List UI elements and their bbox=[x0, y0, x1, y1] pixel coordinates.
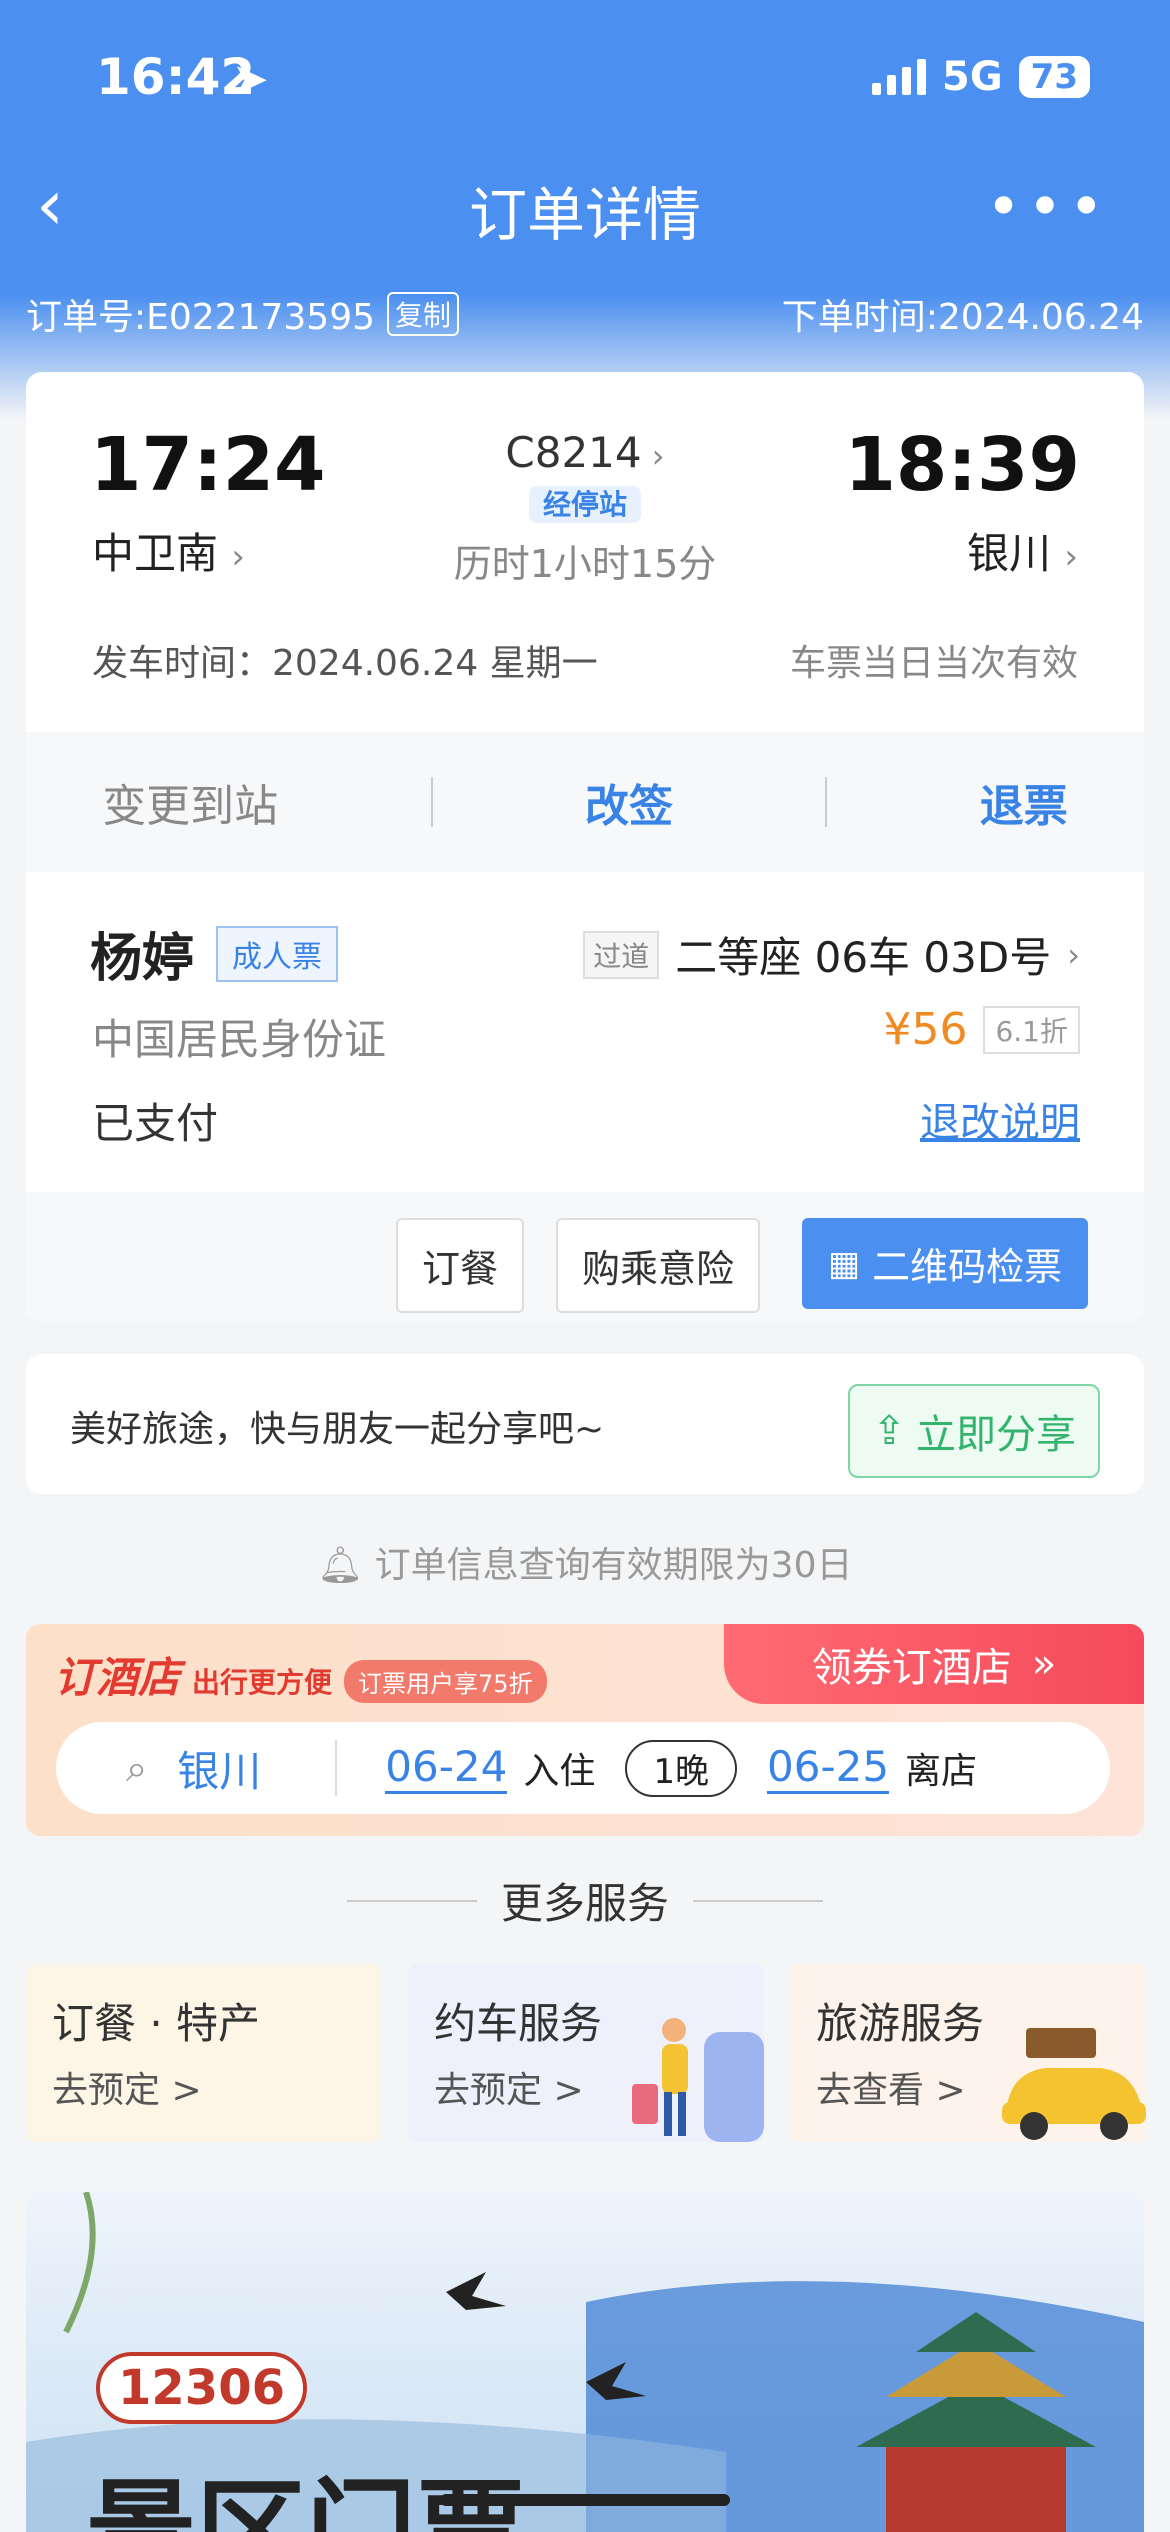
signal-icon bbox=[872, 59, 926, 95]
refund-rules-link[interactable]: 退改说明 bbox=[920, 1090, 1080, 1148]
divider bbox=[346, 1899, 477, 1902]
arrive-station-label: 银川 bbox=[967, 529, 1052, 578]
seat-number: 二等座 06车 03D号 bbox=[675, 933, 1052, 982]
hotel-slogan: 出行更方便 bbox=[192, 1666, 333, 1699]
checkout-label: 离店 bbox=[905, 1751, 978, 1792]
travel-car-illustration bbox=[1002, 2028, 1146, 2140]
chevron-right-icon: › bbox=[1064, 537, 1078, 577]
banner-headline: 景区门票 bbox=[86, 2468, 526, 2532]
reschedule-button[interactable]: 改签 bbox=[585, 770, 673, 834]
hotel-cta-label: 领券订酒店 bbox=[811, 1645, 1012, 1691]
promo-banner[interactable]: 12306 景区门票 bbox=[26, 2192, 1144, 2532]
more-services-title: 更多服务 bbox=[500, 1879, 669, 1928]
battery-icon: 73 bbox=[1018, 56, 1090, 98]
hotel-title: 订酒店 bbox=[54, 1653, 181, 1702]
payment-status: 已支付 bbox=[92, 1099, 219, 1148]
service-travel[interactable]: 旅游服务 去查看 > bbox=[790, 1964, 1146, 2142]
service-title: 订餐 · 特产 bbox=[52, 1999, 261, 2048]
ticket-price: ¥56 bbox=[883, 1004, 968, 1055]
banner-logo: 12306 bbox=[96, 2352, 307, 2424]
notice: 🔔︎ 订单信息查询有效期限为30日 bbox=[0, 1536, 1170, 1588]
car-service-illustration bbox=[632, 2018, 764, 2142]
checkin-date[interactable]: 06-24 bbox=[385, 1742, 508, 1794]
stops-button[interactable]: 经停站 bbox=[528, 486, 641, 523]
order-meal-button[interactable]: 订餐 bbox=[396, 1218, 525, 1313]
hotel-search-bar[interactable]: ⌕ 银川 06-24 入住 1晚 06-25 离店 bbox=[56, 1722, 1110, 1814]
qr-code-icon: ▦ bbox=[828, 1243, 861, 1284]
share-icon: ⇪ bbox=[872, 1408, 906, 1454]
discount-badge: 6.1折 bbox=[983, 1005, 1080, 1054]
ticket-type-badge: 成人票 bbox=[216, 925, 339, 982]
notice-text: 订单信息查询有效期限为30日 bbox=[374, 1545, 853, 1586]
share-card: 美好旅途，快与朋友一起分享吧~ ⇪ 立即分享 bbox=[26, 1354, 1144, 1494]
departure-date: 发车时间：2024.06.24 星期一 bbox=[92, 643, 598, 684]
seat-info[interactable]: 过道 二等座 06车 03D号 › bbox=[583, 924, 1080, 985]
arrive-time: 18:39 bbox=[844, 422, 1080, 508]
hotel-coupon-button[interactable]: 领券订酒店 » bbox=[724, 1624, 1144, 1704]
seat-tag: 过道 bbox=[583, 930, 660, 979]
share-label: 立即分享 bbox=[916, 1412, 1076, 1458]
id-type: 中国居民身份证 bbox=[92, 1015, 387, 1064]
divider bbox=[693, 1899, 823, 1902]
divider bbox=[430, 777, 433, 827]
location-arrow-icon: ➤ bbox=[232, 54, 269, 105]
qr-checkin-label: 二维码检票 bbox=[872, 1245, 1063, 1289]
status-indicators: 5G 73 bbox=[872, 54, 1090, 100]
hotel-promo: 订票用户享75折 bbox=[344, 1660, 547, 1703]
copy-button[interactable]: 复制 bbox=[387, 292, 460, 336]
change-station-button[interactable]: 变更到站 bbox=[102, 770, 278, 834]
train-number-label: C8214 bbox=[505, 428, 642, 477]
double-chevron-icon: » bbox=[1031, 1641, 1057, 1687]
chevron-right-icon: › bbox=[641, 437, 665, 475]
qr-checkin-button[interactable]: ▦ 二维码检票 bbox=[802, 1218, 1089, 1309]
nights-badge: 1晚 bbox=[625, 1739, 737, 1797]
logo-12306: 12306 bbox=[96, 2352, 307, 2424]
insurance-button[interactable]: 购乘意险 bbox=[556, 1218, 761, 1313]
more-services-header: 更多服务 bbox=[0, 1870, 1170, 1931]
refund-button[interactable]: 退票 bbox=[980, 770, 1068, 834]
service-meal[interactable]: 订餐 · 特产 去预定 > bbox=[26, 1964, 382, 2142]
hotel-header: 订酒店 出行更方便 订票用户享75折 bbox=[54, 1644, 547, 1705]
passenger-card: 杨婷 成人票 过道 二等座 06车 03D号 › 中国居民身份证 ¥56 6.1… bbox=[26, 872, 1144, 1322]
checkout-date[interactable]: 06-25 bbox=[767, 1742, 890, 1794]
service-car[interactable]: 约车服务 去预定 > bbox=[408, 1964, 764, 2142]
divider bbox=[335, 1740, 338, 1796]
share-button[interactable]: ⇪ 立即分享 bbox=[848, 1384, 1100, 1478]
order-placed-time: 下单时间:2024.06.24 bbox=[781, 297, 1144, 338]
home-indicator bbox=[440, 2494, 730, 2506]
hotel-city[interactable]: 银川 bbox=[177, 1738, 261, 1799]
share-text: 美好旅途，快与朋友一起分享吧~ bbox=[70, 1409, 605, 1450]
bell-icon: 🔔︎ bbox=[317, 1545, 364, 1586]
service-subtitle: 去预定 > bbox=[52, 2070, 202, 2111]
chevron-right-icon: › bbox=[1067, 935, 1080, 974]
price-row: ¥56 6.1折 bbox=[883, 1004, 1080, 1055]
order-number: 订单号:E022173595 bbox=[26, 297, 376, 338]
more-options-icon[interactable]: ••• bbox=[986, 172, 1110, 242]
passenger-name: 杨婷 bbox=[90, 929, 195, 989]
arrive-station[interactable]: 银川 › bbox=[967, 520, 1078, 581]
divider bbox=[825, 777, 828, 827]
order-number-row: 订单号:E022173595 复制 bbox=[26, 288, 460, 340]
passenger-header: 杨婷 成人票 bbox=[90, 916, 339, 991]
ticket-validity: 车票当日当次有效 bbox=[789, 643, 1078, 684]
hotel-booking-card: 订酒店 出行更方便 订票用户享75折 领券订酒店 » ⌕ 银川 06-24 入住… bbox=[26, 1624, 1144, 1836]
network-type: 5G bbox=[942, 54, 1003, 100]
trip-card: 17:24 中卫南 › C8214 › 经停站 历时1小时15分 18:39 银… bbox=[26, 372, 1144, 732]
ticket-actions: 变更到站 改签 退票 bbox=[26, 732, 1144, 872]
checkin-label: 入住 bbox=[523, 1751, 596, 1792]
search-icon: ⌕ bbox=[126, 1745, 148, 1790]
